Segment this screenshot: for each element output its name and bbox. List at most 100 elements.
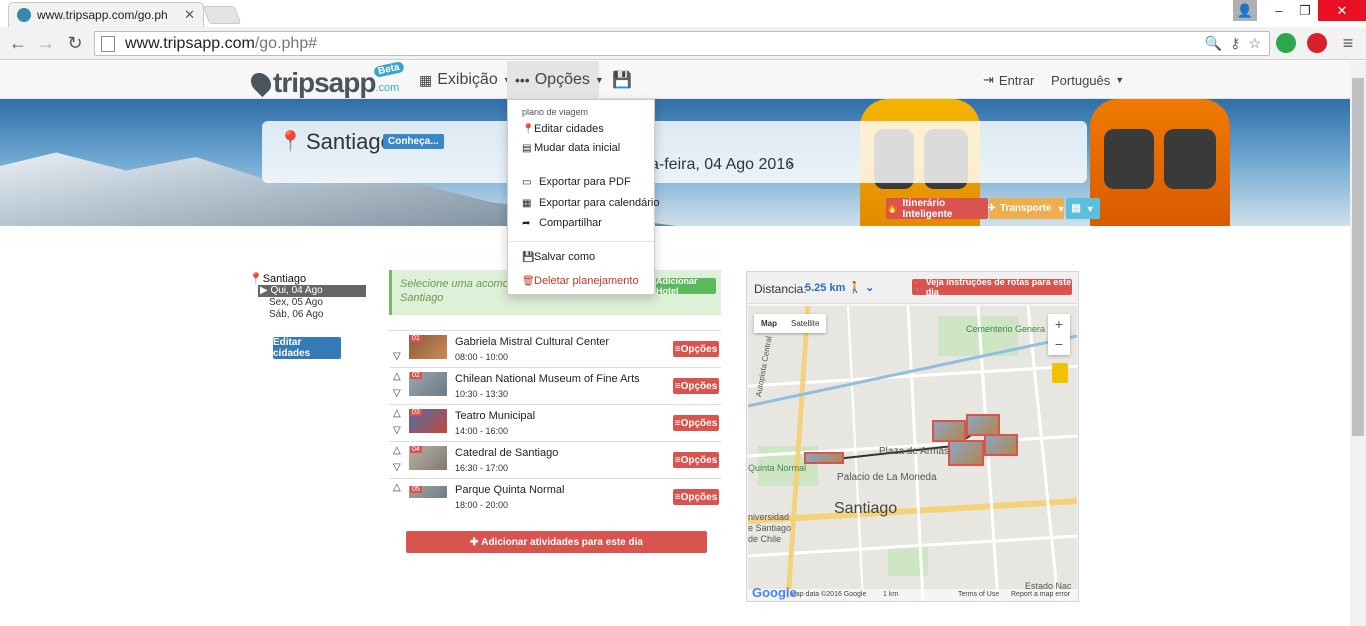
- map-type-map[interactable]: Map: [754, 314, 784, 333]
- street-view-pegman-icon[interactable]: [1052, 363, 1068, 383]
- map-view[interactable]: Map Satellite + − Cementerio Genera Plaz…: [748, 306, 1077, 601]
- move-up-icon[interactable]: △: [393, 445, 401, 456]
- url-path: /go.php#: [254, 34, 318, 52]
- zoom-out-button[interactable]: −: [1048, 334, 1070, 354]
- move-down-icon[interactable]: ▽: [393, 462, 401, 473]
- back-icon[interactable]: ←: [6, 32, 30, 54]
- sidebar-day-selected[interactable]: ▶ Qui, 04 Ago: [258, 285, 366, 297]
- route-instructions-button[interactable]: 📍 Veja instruções de rotas para este dia: [912, 277, 1072, 297]
- map-report-link[interactable]: Report a map error: [1011, 591, 1070, 598]
- scrollbar-thumb[interactable]: [1352, 78, 1364, 436]
- menu-item-label: Salvar como: [534, 251, 596, 263]
- map-type-control[interactable]: Map Satellite: [754, 314, 827, 333]
- activity-row: △ ▽ 04 Catedral de Santiago 16:30 - 17:0…: [389, 441, 721, 478]
- conheca-button[interactable]: Conheça...: [383, 134, 444, 149]
- address-bar[interactable]: www.tripsapp.com/go.php# 🔍 ⚷ ☆: [94, 31, 1270, 56]
- map-marker-03[interactable]: [948, 440, 984, 466]
- map-toolbar: Distancia: 5.25 km 🚶 ⌄ 📍 Veja instruções…: [747, 272, 1078, 304]
- map-footer: Map data ©2016 Google 1 km Terms of Use …: [748, 589, 1077, 601]
- save-icon[interactable]: 💾: [604, 61, 640, 99]
- add-activities-button[interactable]: ✚ Adicionar atividades para este dia: [406, 531, 707, 553]
- activity-options-button[interactable]: ≡ Opções: [673, 452, 719, 468]
- browser-tab[interactable]: www.tripsapp.com/go.ph ✕: [8, 2, 204, 27]
- close-tab-icon[interactable]: ✕: [184, 7, 195, 23]
- menu-item-export-pdf[interactable]: ▭ Exportar para PDF: [522, 176, 631, 188]
- route-instructions-label: Veja instruções de rotas para este dia: [925, 277, 1072, 297]
- map-terms-link[interactable]: Terms of Use: [958, 591, 999, 598]
- menu-item-save-as[interactable]: 💾Salvar como: [522, 251, 595, 263]
- nav-opcoes[interactable]: ••• Opções ▼: [507, 61, 604, 99]
- smart-itinerary-button[interactable]: 🔥 Itinerário Inteligente: [886, 198, 988, 220]
- nav-idioma[interactable]: Português ▼: [1043, 61, 1132, 99]
- opera-extension-icon[interactable]: [1307, 33, 1327, 53]
- activity-options-button[interactable]: ≡ Opções: [673, 378, 719, 394]
- add-hotel-button[interactable]: Adicionar Hotel: [656, 276, 716, 296]
- login-icon: ⇥: [983, 72, 994, 87]
- zoom-in-button[interactable]: +: [1048, 314, 1070, 334]
- map-type-satellite[interactable]: Satellite: [784, 314, 826, 333]
- page-icon: [101, 35, 115, 52]
- restore-icon[interactable]: ❐: [1292, 0, 1318, 21]
- menu-icon[interactable]: ≡: [1336, 32, 1360, 54]
- sidebar-city[interactable]: 📍Santiago: [249, 272, 306, 285]
- activity-options-button[interactable]: ≡ Opções: [673, 489, 719, 505]
- key-icon[interactable]: ⚷: [1230, 35, 1240, 52]
- fire-icon: 🔥: [886, 203, 899, 214]
- activity-name[interactable]: Parque Quinta Normal: [455, 484, 564, 496]
- move-down-icon[interactable]: ▽: [393, 351, 401, 362]
- minimize-icon[interactable]: –: [1266, 0, 1292, 21]
- activity-name[interactable]: Chilean National Museum of Fine Arts: [455, 373, 640, 385]
- move-up-icon[interactable]: △: [393, 482, 401, 493]
- nav-entrar[interactable]: ⇥ Entrar: [975, 61, 1042, 99]
- window-close-icon[interactable]: ✕: [1318, 0, 1366, 21]
- activity-name[interactable]: Teatro Municipal: [455, 410, 535, 422]
- map-marker-01[interactable]: [932, 420, 966, 442]
- menu-item-label: Compartilhar: [539, 217, 602, 229]
- sidebar-day[interactable]: Sáb, 06 Ago: [258, 309, 324, 321]
- map-marker-02[interactable]: [966, 414, 1000, 436]
- map-label: de Chile: [748, 534, 782, 544]
- menu-item-share[interactable]: ➦ Compartilhar: [522, 217, 602, 229]
- calendar-button[interactable]: ▤ ▼: [1066, 198, 1100, 219]
- map-label: niversidad: [748, 512, 790, 522]
- share-icon: ➦: [522, 218, 531, 229]
- site-navbar: tripsapp .com Beta ▦ Exibição ▼ ••• Opçõ…: [0, 61, 1350, 99]
- menu-item-delete-plan[interactable]: 🗑Deletar planejamento: [522, 275, 639, 287]
- menu-item-edit-cities[interactable]: 📍Editar cidades: [522, 123, 604, 135]
- logo[interactable]: tripsapp .com Beta: [246, 61, 405, 99]
- move-up-icon[interactable]: △: [393, 408, 401, 419]
- next-day-icon[interactable]: ›: [788, 155, 793, 173]
- activity-options-button[interactable]: ≡ Opções: [673, 415, 719, 431]
- bookmark-star-icon[interactable]: ☆: [1248, 35, 1261, 52]
- activity-name[interactable]: Catedral de Santiago: [455, 447, 558, 459]
- map-attribution: Map data ©2016 Google: [790, 591, 867, 598]
- activity-options-button[interactable]: ≡ Opções: [673, 341, 719, 357]
- nav-exibicao[interactable]: ▦ Exibição ▼: [411, 61, 520, 99]
- sidebar-city-label: Santiago: [262, 273, 307, 285]
- menu-item-change-date[interactable]: ▤ Mudar data inicial: [522, 142, 620, 154]
- new-tab-button[interactable]: [202, 6, 242, 24]
- distance-value[interactable]: 5.25 km 🚶 ⌄: [805, 281, 874, 294]
- activity-number: 05: [410, 486, 422, 493]
- user-icon[interactable]: 👤: [1233, 0, 1257, 21]
- transport-button[interactable]: ✈ Transporte ▼: [988, 198, 1066, 219]
- map-label: Palacio de La Moneda: [837, 472, 937, 483]
- move-down-icon[interactable]: ▽: [393, 425, 401, 436]
- menu-item-label: Exportar para PDF: [539, 176, 631, 188]
- activity-name[interactable]: Gabriela Mistral Cultural Center: [455, 336, 609, 348]
- extension-icon[interactable]: [1276, 33, 1296, 53]
- sidebar-day[interactable]: Sex, 05 Ago: [258, 297, 323, 309]
- edit-cities-button[interactable]: Editar cidades: [273, 337, 341, 359]
- zoom-icon[interactable]: 🔍: [1205, 35, 1222, 52]
- map-label: Santiago: [834, 500, 898, 517]
- menu-item-export-calendar[interactable]: ▦ Exportar para calendário: [522, 197, 659, 209]
- map-marker-04[interactable]: [984, 434, 1018, 456]
- reload-icon[interactable]: ↻: [63, 32, 87, 54]
- menu-item-label: Mudar data inicial: [534, 142, 621, 154]
- map-marker-05[interactable]: [804, 452, 844, 464]
- forward-icon[interactable]: →: [34, 32, 58, 54]
- move-up-icon[interactable]: △: [393, 371, 401, 382]
- activity-row: △ 05 Parque Quinta Normal 18:00 - 20:00 …: [389, 478, 721, 515]
- move-down-icon[interactable]: ▽: [393, 388, 401, 399]
- distance-label: Distancia:: [754, 282, 807, 296]
